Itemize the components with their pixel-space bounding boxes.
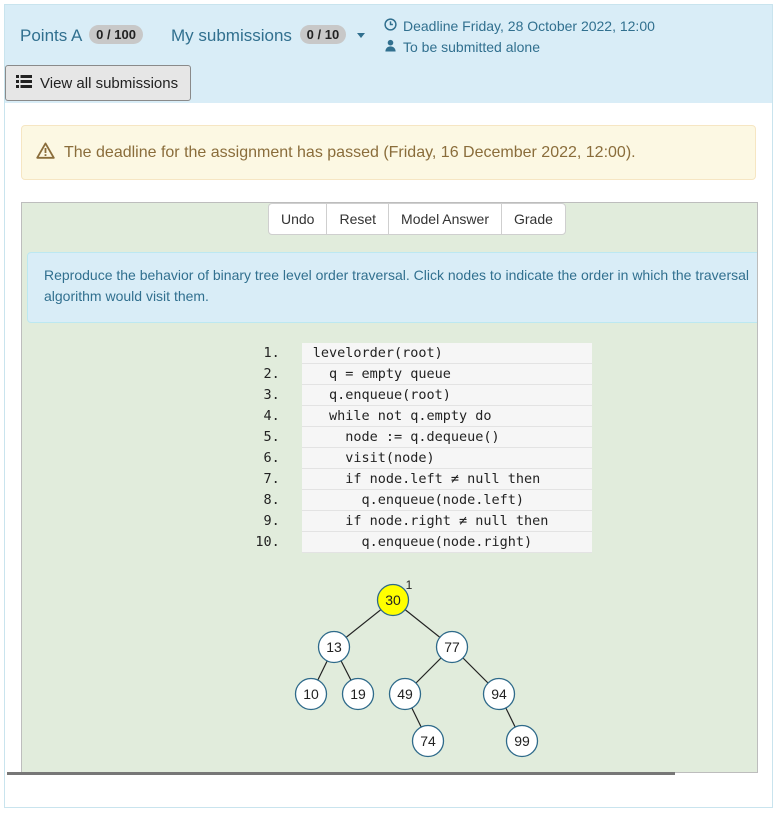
points-label: Points A [20, 26, 82, 45]
user-icon [383, 37, 397, 58]
binary-tree: 30 1 13 77 10 19 49 94 74 99 [294, 578, 539, 758]
tree-node-74[interactable]: 74 [411, 724, 445, 758]
warning-icon [36, 142, 64, 164]
view-all-submissions-label: View all submissions [40, 74, 179, 92]
exercise-panel: Points A 0 / 100 My submissions 0 / 10 D… [4, 4, 773, 808]
tree-node-99[interactable]: 99 [505, 724, 539, 758]
deadline-text: Deadline Friday, 28 October 2022, 12:00 [403, 18, 655, 34]
submission-mode-text: To be submitted alone [403, 39, 540, 55]
tree-node-19[interactable]: 19 [341, 677, 375, 711]
node-value: 30 [385, 592, 401, 608]
tree-edges [310, 599, 523, 742]
visit-order-label: 1 [406, 578, 413, 592]
exercise-header: Points A 0 / 100 My submissions 0 / 10 D… [5, 5, 772, 103]
clock-icon [383, 16, 397, 37]
submissions-badge: 0 / 10 [299, 25, 347, 44]
submissions-dropdown[interactable]: My submissions 0 / 10 [171, 25, 365, 46]
tree-node-30[interactable]: 30 1 [376, 578, 413, 617]
points-badge: 0 / 100 [89, 25, 143, 44]
tree-node-13[interactable]: 13 [317, 630, 351, 664]
deadline-alert: The deadline for the assignment has pass… [21, 125, 756, 180]
node-value: 94 [491, 686, 507, 702]
tree-node-77[interactable]: 77 [435, 630, 469, 664]
points-summary: Points A 0 / 100 [20, 25, 143, 46]
view-all-submissions-button[interactable]: View all submissions [5, 65, 191, 101]
node-value: 19 [350, 686, 366, 702]
node-value: 49 [397, 686, 413, 702]
exercise-meta: Deadline Friday, 28 October 2022, 12:00 … [383, 16, 655, 58]
list-icon [16, 74, 40, 92]
exercise-area: Undo Reset Model Answer Grade Reproduce … [21, 202, 758, 773]
horizontal-scrollbar[interactable] [7, 772, 675, 775]
node-value: 13 [326, 639, 342, 655]
node-value: 74 [420, 733, 436, 749]
node-value: 77 [444, 639, 460, 655]
submissions-label: My submissions [171, 26, 292, 45]
node-value: 99 [514, 733, 530, 749]
tree-node-49[interactable]: 49 [388, 677, 422, 711]
caret-down-icon [356, 33, 365, 38]
deadline-alert-text: The deadline for the assignment has pass… [64, 143, 636, 161]
node-value: 10 [303, 686, 319, 702]
tree-node-94[interactable]: 94 [482, 677, 516, 711]
tree-node-10[interactable]: 10 [294, 677, 328, 711]
